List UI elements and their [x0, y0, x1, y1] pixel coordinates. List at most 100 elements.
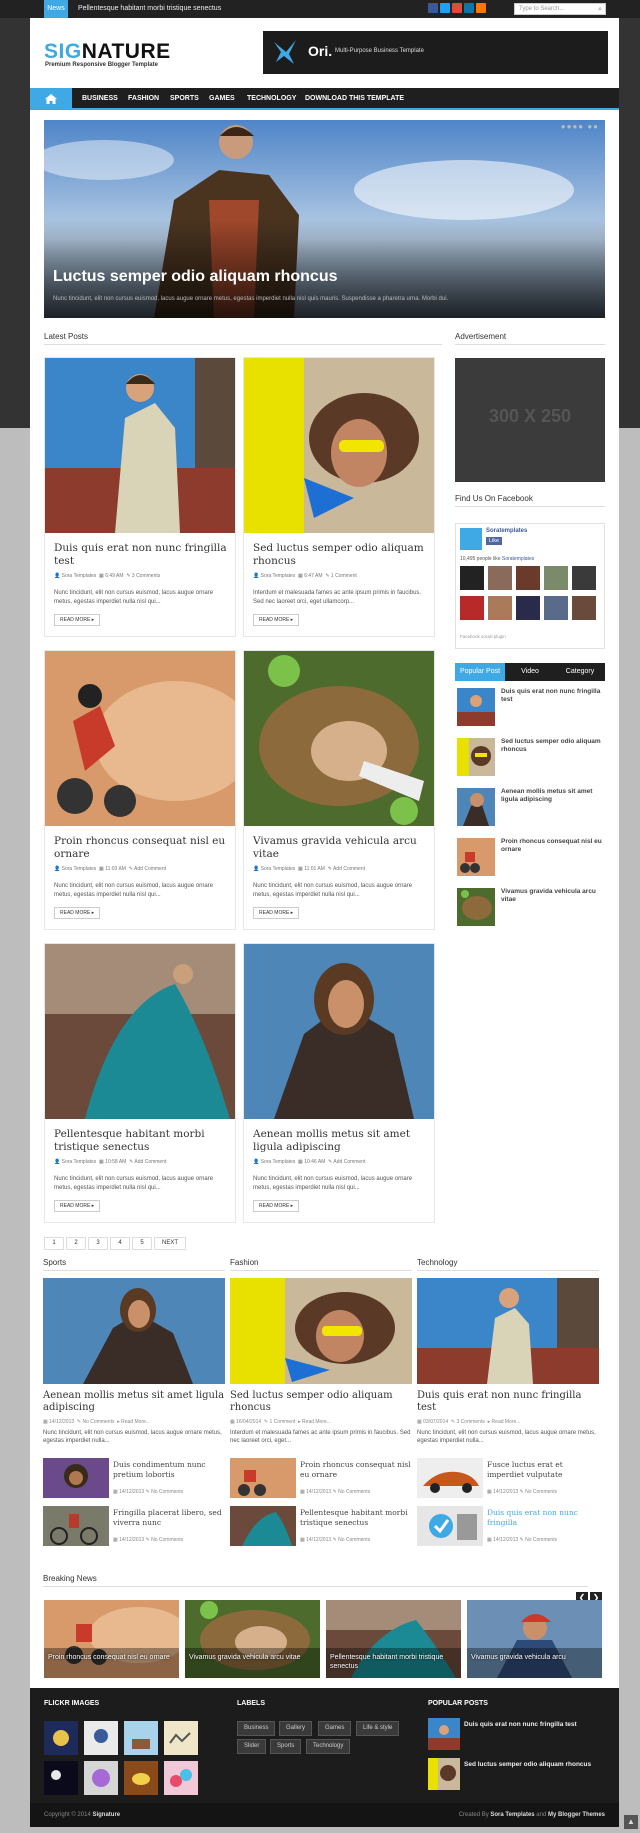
category-heading[interactable]: Technology [417, 1258, 599, 1271]
mini-comments[interactable]: No Comments [525, 1489, 557, 1495]
label-tag[interactable]: Technology [306, 1739, 351, 1754]
breaking-news-item[interactable]: Proin rhoncus consequat nisl eu ornare [44, 1600, 179, 1678]
breaking-news-item[interactable]: Vivamus gravida vehicula arcu vitae [185, 1600, 320, 1678]
post-comments[interactable]: Add Comment [333, 866, 365, 872]
fb-like-button[interactable]: Like [486, 537, 503, 545]
post-title[interactable]: Proin rhoncus consequat nisl eu ornare [54, 835, 229, 861]
flickr-thumb[interactable] [164, 1721, 198, 1755]
category-mini-post[interactable]: Proin rhoncus consequat nisl eu ornare ▦ … [230, 1458, 412, 1498]
read-more-button[interactable]: READ MORE ▸ [54, 1200, 101, 1212]
popular-post-title[interactable]: Proin rhoncus consequat nisl eu ornare [501, 838, 603, 854]
mini-thumb[interactable] [230, 1458, 296, 1498]
popular-post-title[interactable]: Vivamus gravida vehicula arcu vitae [501, 888, 603, 904]
mini-comments[interactable]: No Comments [151, 1489, 183, 1495]
category-mini-post[interactable]: Duis quis erat non nunc fringilla ▦ 14/12… [417, 1506, 599, 1546]
category-feature-title[interactable]: Sed luctus semper odio aliquam rhoncus [230, 1390, 412, 1414]
nav-games[interactable]: GAMES [209, 88, 235, 110]
post-thumbnail[interactable] [45, 944, 235, 1119]
mini-title[interactable]: Proin rhoncus consequat nisl eu ornare [300, 1460, 412, 1480]
read-more-button[interactable]: READ MORE ▸ [54, 614, 101, 626]
flickr-thumb[interactable] [164, 1761, 198, 1795]
copyright-site-link[interactable]: Signature [92, 1812, 120, 1818]
post-thumbnail[interactable] [244, 358, 434, 533]
googleplus-icon[interactable] [452, 3, 462, 13]
footer-popular-title[interactable]: Duis quis erat non nunc fringilla test [464, 1721, 604, 1728]
mini-comments[interactable]: No Comments [338, 1489, 370, 1495]
feature-read-more[interactable]: Read More... [492, 1419, 521, 1425]
read-more-button[interactable]: READ MORE ▸ [54, 907, 101, 919]
post-author[interactable]: Sora Templates [62, 573, 97, 579]
mini-thumb[interactable] [43, 1506, 109, 1546]
breaking-news-title[interactable]: Vivamus gravida vehicula arcu [471, 1653, 599, 1662]
flickr-thumb[interactable] [124, 1721, 158, 1755]
mini-title[interactable]: Duis quis erat non nunc fringilla [487, 1508, 599, 1528]
label-tag[interactable]: Business [237, 1721, 276, 1736]
read-more-button[interactable]: READ MORE ▸ [253, 1200, 300, 1212]
slider-title[interactable]: Luctus semper odio aliquam rhoncus [53, 268, 338, 286]
footer-popular-item[interactable]: Sed luctus semper odio aliquam rhoncus [428, 1758, 608, 1792]
facebook-icon[interactable] [428, 3, 438, 13]
popular-post-title[interactable]: Duis quis erat non nunc fringilla test [501, 688, 603, 704]
post-title[interactable]: Vivamus gravida vehicula arcu vitae [253, 835, 428, 861]
category-mini-post[interactable]: Pellentesque habitant morbi tristique se… [230, 1506, 412, 1546]
category-mini-post[interactable]: Duis condimentum nunc pretium lobortis ▦ … [43, 1458, 225, 1498]
label-tag[interactable]: Sports [270, 1739, 302, 1754]
popular-post-thumb[interactable] [457, 888, 495, 926]
footer-popular-thumb[interactable] [428, 1718, 460, 1750]
popular-post-item[interactable]: Sed luctus semper odio aliquam rhoncus [455, 736, 605, 778]
post-title[interactable]: Sed luctus semper odio aliquam rhoncus [253, 542, 428, 568]
feature-read-more[interactable]: Read More... [121, 1419, 150, 1425]
popular-post-item[interactable]: Proin rhoncus consequat nisl eu ornare [455, 836, 605, 878]
feature-read-more[interactable]: Read More... [302, 1419, 331, 1425]
mini-comments[interactable]: No Comments [151, 1537, 183, 1543]
flickr-thumb[interactable] [44, 1721, 78, 1755]
breaking-news-item[interactable]: Pellentesque habitant morbi tristique se… [326, 1600, 461, 1678]
footer-popular-thumb[interactable] [428, 1758, 460, 1790]
tab-video[interactable]: Video [505, 663, 555, 681]
flickr-thumb[interactable] [44, 1761, 78, 1795]
read-more-button[interactable]: READ MORE ▸ [253, 907, 300, 919]
post-author[interactable]: Sora Templates [62, 866, 97, 872]
popular-post-title[interactable]: Aenean mollis metus sit amet ligula adip… [501, 788, 603, 804]
breaking-news-title[interactable]: Vivamus gravida vehicula arcu vitae [189, 1653, 317, 1662]
credit-sora-link[interactable]: Sora Templates [490, 1812, 534, 1818]
nav-fashion[interactable]: FASHION [128, 88, 159, 110]
page-link-4[interactable]: 4 [110, 1237, 130, 1250]
fb-page-avatar[interactable] [460, 528, 482, 550]
mini-thumb[interactable] [43, 1458, 109, 1498]
nav-sports[interactable]: SPORTS [170, 88, 199, 110]
home-button[interactable] [30, 88, 72, 110]
mini-title[interactable]: Pellentesque habitant morbi tristique se… [300, 1508, 412, 1528]
page-link-next[interactable]: NEXT [154, 1237, 186, 1250]
post-comments[interactable]: 1 Comment [331, 573, 357, 579]
tab-popular-post[interactable]: Popular Post [455, 663, 505, 681]
category-feature-title[interactable]: Duis quis erat non nunc fringilla test [417, 1390, 599, 1414]
mini-thumb[interactable] [417, 1458, 483, 1498]
label-tag[interactable]: Life & style [356, 1721, 400, 1736]
featured-slider[interactable]: ●●●● ●● Luctus semper odio aliquam rhonc… [44, 120, 605, 318]
post-title[interactable]: Duis quis erat non nunc fringilla test [54, 542, 229, 568]
post-title[interactable]: Pellentesque habitant morbi tristique se… [54, 1128, 229, 1154]
breaking-news-item[interactable]: Vivamus gravida vehicula arcu [467, 1600, 602, 1678]
post-comments[interactable]: Add Comment [134, 866, 166, 872]
site-logo[interactable]: SIGNATURE [44, 40, 171, 64]
popular-post-item[interactable]: Duis quis erat non nunc fringilla test [455, 686, 605, 728]
category-feature-title[interactable]: Aenean mollis metus sit amet ligula adip… [43, 1390, 225, 1414]
label-tag[interactable]: Gallery [279, 1721, 313, 1736]
popular-post-item[interactable]: Vivamus gravida vehicula arcu vitae [455, 886, 605, 928]
label-tag[interactable]: Slider [237, 1739, 267, 1754]
category-heading[interactable]: Sports [43, 1258, 225, 1271]
news-ticker-link[interactable]: Pellentesque habitant morbi tristique se… [78, 0, 221, 18]
breaking-news-title[interactable]: Pellentesque habitant morbi tristique se… [330, 1653, 458, 1671]
nav-business[interactable]: BUSINESS [82, 88, 118, 110]
flickr-thumb[interactable] [84, 1761, 118, 1795]
search-input[interactable]: Type to Search... ⌕ [514, 3, 606, 15]
fb-people-link[interactable]: Soratemplates [502, 556, 534, 562]
label-tag[interactable]: Games [318, 1721, 352, 1736]
post-title[interactable]: Aenean mollis metus sit amet ligula adip… [253, 1128, 428, 1154]
post-thumbnail[interactable] [45, 651, 235, 826]
flickr-thumb[interactable] [124, 1761, 158, 1795]
page-link-3[interactable]: 3 [88, 1237, 108, 1250]
header-ad-banner[interactable]: Ori. Multi-Purpose Business Template [263, 31, 608, 74]
twitter-icon[interactable] [440, 3, 450, 13]
